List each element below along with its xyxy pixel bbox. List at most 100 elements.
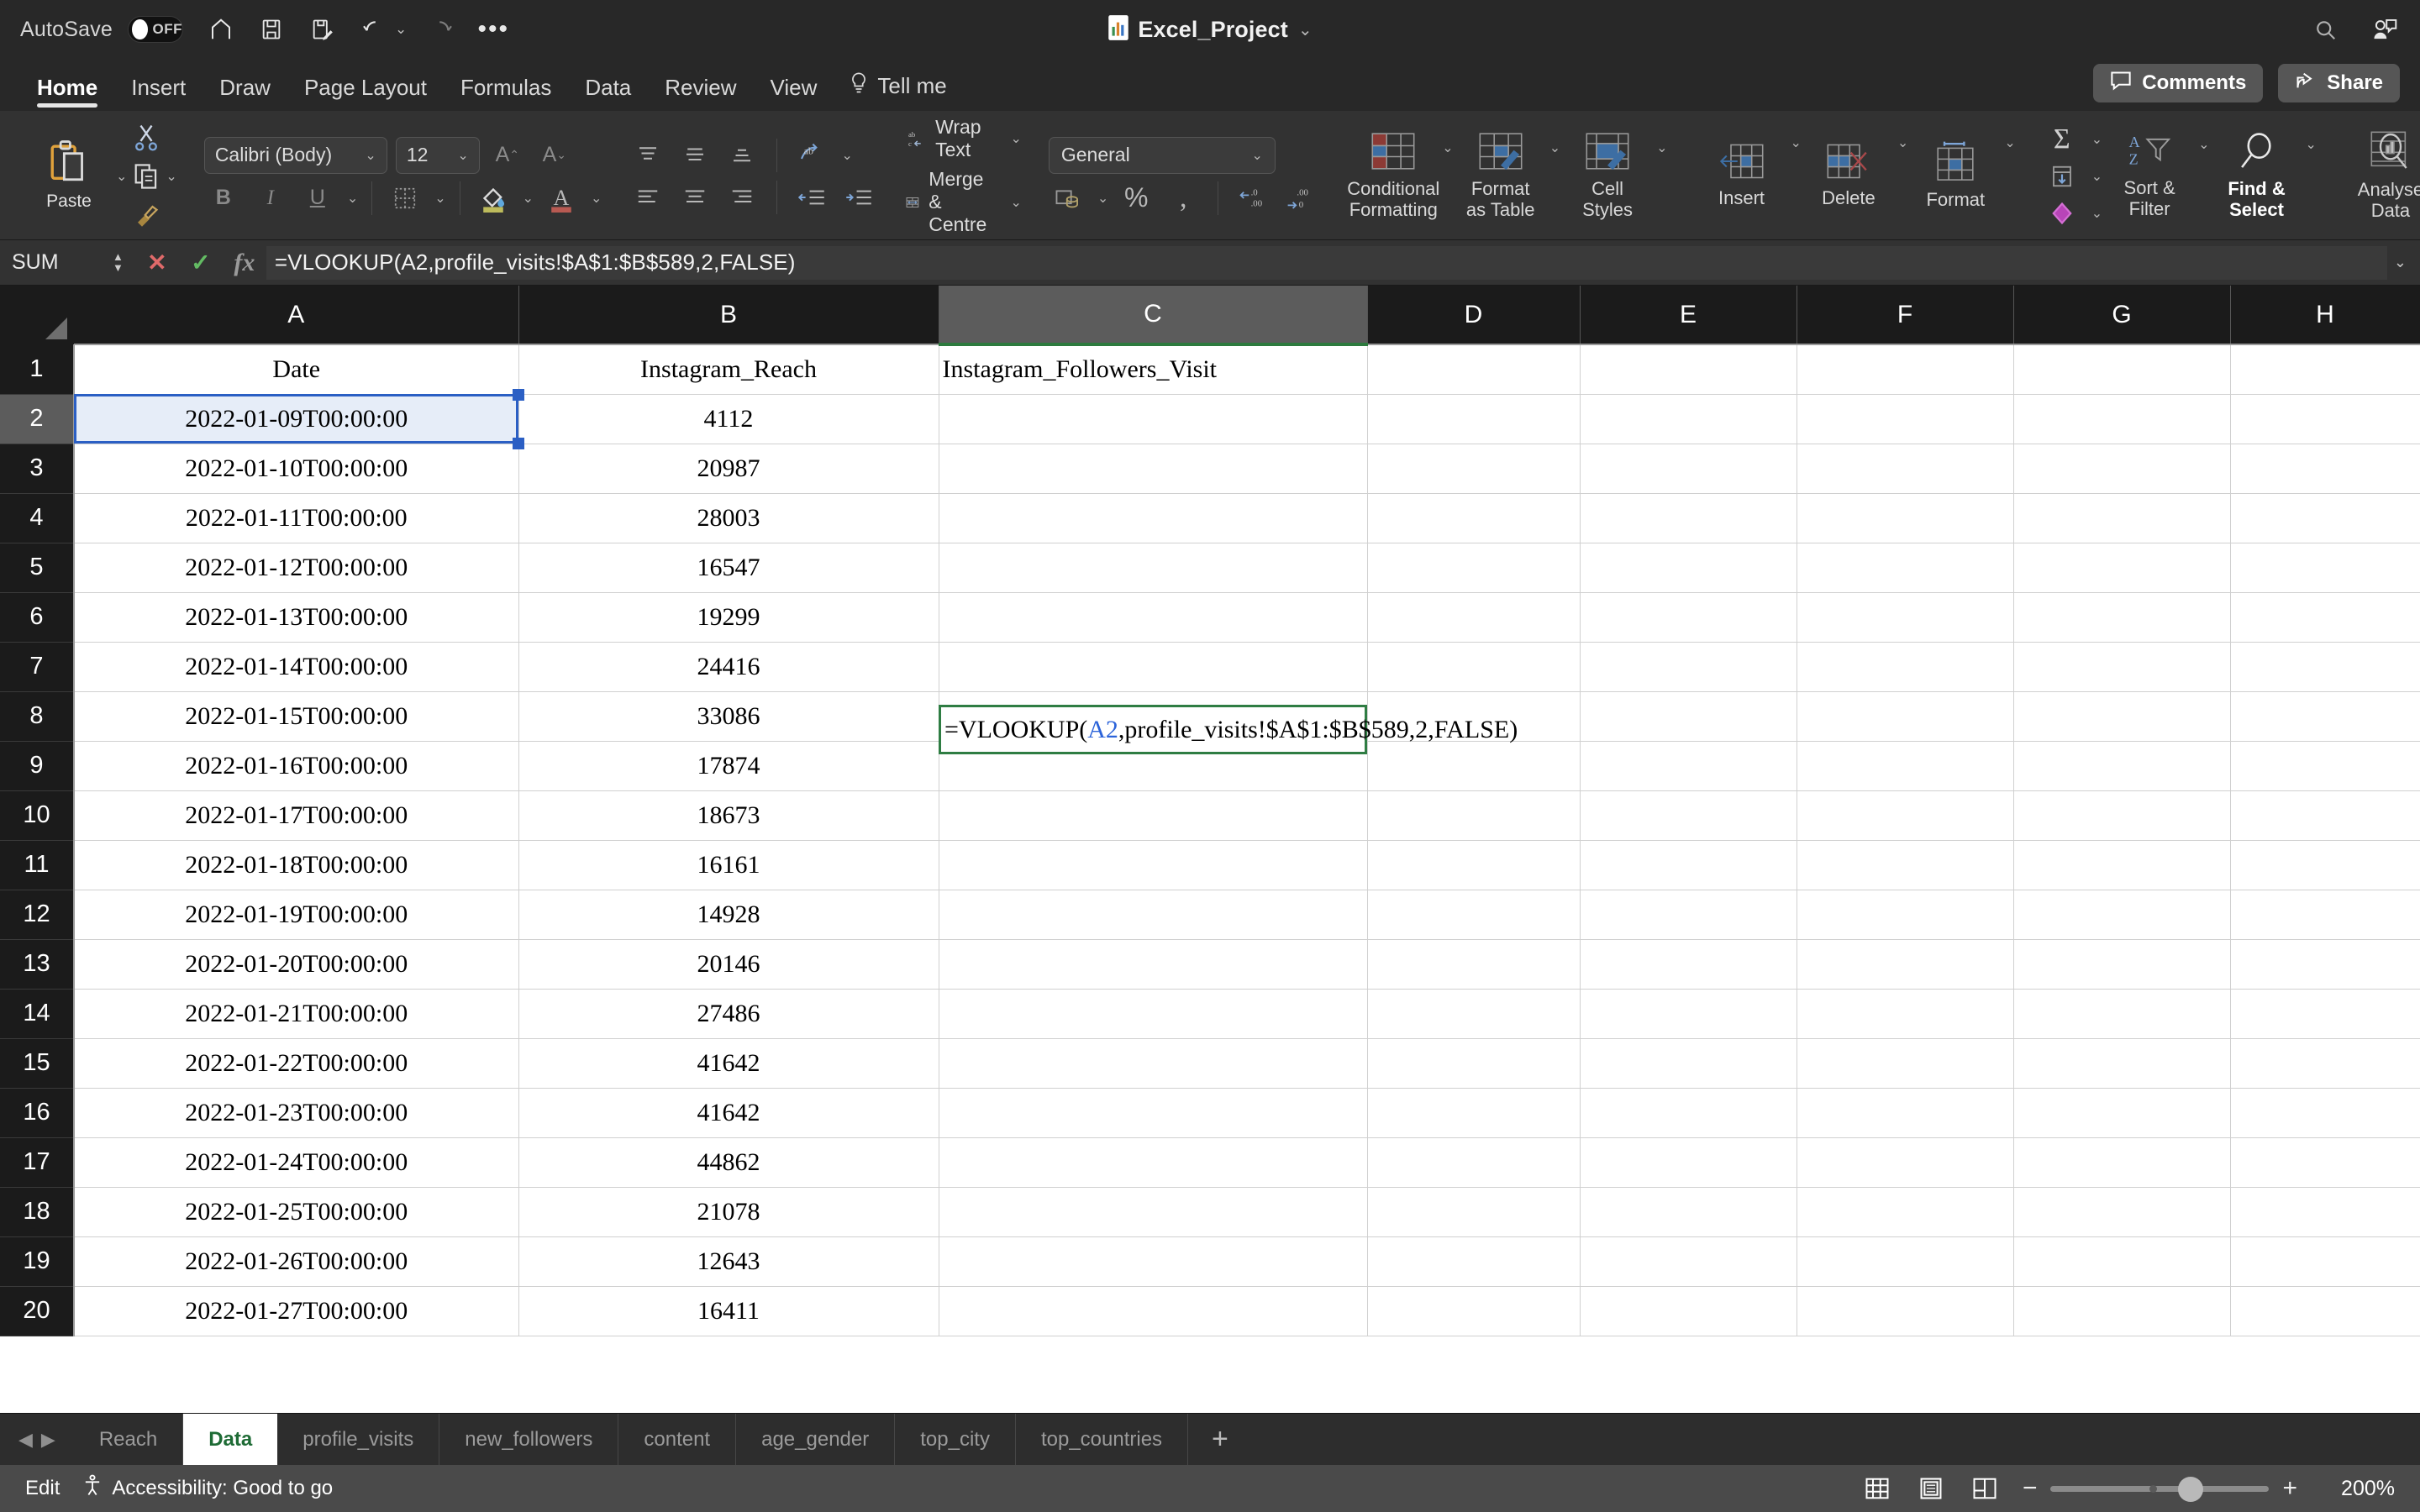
cell-b10[interactable]: 18673 <box>518 790 939 841</box>
cell-b3[interactable]: 20987 <box>518 444 939 494</box>
row-header-4[interactable]: 4 <box>0 493 75 543</box>
autosum-chevron-icon[interactable]: ⌄ <box>2091 131 2102 148</box>
sheet-tab-reach[interactable]: Reach <box>73 1414 184 1465</box>
cell-c18[interactable] <box>939 1187 1368 1237</box>
copy-dropdown-chevron-icon[interactable]: ⌄ <box>166 168 176 185</box>
cell-a6[interactable]: 2022-01-13T00:00:00 <box>74 592 519 643</box>
cell-f1[interactable] <box>1797 344 2014 395</box>
underline-button[interactable]: U <box>298 181 337 216</box>
tab-view[interactable]: View <box>754 75 834 111</box>
normal-view-icon[interactable] <box>1861 1474 1893 1503</box>
formula-input[interactable]: =VLOOKUP(A2,profile_visits!$A$1:$B$589,2… <box>266 245 2387 280</box>
row-header-11[interactable]: 11 <box>0 840 75 890</box>
format-as-table-chevron-icon[interactable]: ⌄ <box>1549 139 1560 156</box>
cell-b7[interactable]: 24416 <box>518 642 939 692</box>
column-header-f[interactable]: F <box>1797 286 2014 345</box>
bold-button[interactable]: B <box>204 181 243 216</box>
cell-e6[interactable] <box>1580 592 1797 643</box>
cell-b11[interactable]: 16161 <box>518 840 939 890</box>
cell-g11[interactable] <box>2013 840 2231 890</box>
cell-g6[interactable] <box>2013 592 2231 643</box>
cell-g4[interactable] <box>2013 493 2231 543</box>
autosave-toggle[interactable]: OFF <box>128 16 184 43</box>
fx-icon[interactable]: fx <box>223 249 266 277</box>
cell-d9[interactable] <box>1367 741 1581 791</box>
fill-chevron-icon[interactable]: ⌄ <box>2091 168 2102 185</box>
cell-f18[interactable] <box>1797 1187 2014 1237</box>
cell-g1[interactable] <box>2013 344 2231 395</box>
cell-c19[interactable] <box>939 1236 1368 1287</box>
tab-insert[interactable]: Insert <box>114 75 203 111</box>
cell-h14[interactable] <box>2230 989 2420 1039</box>
cell-c3[interactable] <box>939 444 1368 494</box>
account-comments-icon[interactable] <box>2371 15 2400 44</box>
format-cells-button[interactable]: Format <box>1908 116 2002 236</box>
cell-f6[interactable] <box>1797 592 2014 643</box>
cell-d12[interactable] <box>1367 890 1581 940</box>
cell-b16[interactable]: 41642 <box>518 1088 939 1138</box>
cell-f13[interactable] <box>1797 939 2014 990</box>
column-header-a[interactable]: A <box>74 286 519 345</box>
column-header-c[interactable]: C <box>939 286 1368 346</box>
cell-c11[interactable] <box>939 840 1368 890</box>
cell-b5[interactable]: 16547 <box>518 543 939 593</box>
cell-h11[interactable] <box>2230 840 2420 890</box>
merge-centre-button[interactable]: Merge & Centre ⌄ <box>905 168 1022 236</box>
clear-chevron-icon[interactable]: ⌄ <box>2091 205 2102 222</box>
merge-centre-chevron-icon[interactable]: ⌄ <box>1010 194 1021 211</box>
find-select-chevron-icon[interactable]: ⌄ <box>2306 136 2317 153</box>
name-box[interactable]: SUM <box>12 250 113 275</box>
cell-f3[interactable] <box>1797 444 2014 494</box>
row-header-10[interactable]: 10 <box>0 790 75 841</box>
sheet-tab-top-city[interactable]: top_city <box>895 1414 1016 1465</box>
select-all-corner[interactable] <box>0 286 74 344</box>
cell-d17[interactable] <box>1367 1137 1581 1188</box>
enter-icon[interactable]: ✓ <box>179 249 223 276</box>
cell-e7[interactable] <box>1580 642 1797 692</box>
cell-b19[interactable]: 12643 <box>518 1236 939 1287</box>
sheet-nav-prev-icon[interactable]: ◀ <box>18 1429 33 1451</box>
cell-g13[interactable] <box>2013 939 2231 990</box>
fill-colour-chevron-icon[interactable]: ⌄ <box>523 190 534 207</box>
zoom-handle[interactable] <box>2178 1476 2204 1502</box>
cell-g10[interactable] <box>2013 790 2231 841</box>
orientation-chevron-icon[interactable]: ⌄ <box>841 147 852 164</box>
cell-a16[interactable]: 2022-01-23T00:00:00 <box>74 1088 519 1138</box>
cell-b9[interactable]: 17874 <box>518 741 939 791</box>
cell-c14[interactable] <box>939 989 1368 1039</box>
tab-review[interactable]: Review <box>648 75 753 111</box>
autosum-icon[interactable]: Σ <box>2043 122 2081 157</box>
accessibility-status[interactable]: Accessibility: Good to go <box>82 1474 333 1504</box>
sheet-nav-arrows[interactable]: ◀ ▶ <box>0 1414 74 1465</box>
cell-g3[interactable] <box>2013 444 2231 494</box>
paste-button[interactable]: Paste <box>24 116 114 236</box>
more-options-icon[interactable]: ••• <box>478 15 508 44</box>
row-header-17[interactable]: 17 <box>0 1137 75 1188</box>
row-header-2[interactable]: 2 <box>0 394 75 444</box>
cell-d5[interactable] <box>1367 543 1581 593</box>
cell-e1[interactable] <box>1580 344 1797 395</box>
cell-a20[interactable]: 2022-01-27T00:00:00 <box>74 1286 519 1336</box>
cell-a7[interactable]: 2022-01-14T00:00:00 <box>74 642 519 692</box>
cell-f15[interactable] <box>1797 1038 2014 1089</box>
save-icon[interactable] <box>257 15 286 44</box>
align-centre-button[interactable] <box>676 180 714 215</box>
row-header-15[interactable]: 15 <box>0 1038 75 1089</box>
decrease-indent-button[interactable] <box>792 180 831 215</box>
cut-button[interactable] <box>134 119 176 156</box>
row-header-18[interactable]: 18 <box>0 1187 75 1237</box>
name-box-spinner[interactable]: ▲ ▼ <box>113 250 124 273</box>
cell-d10[interactable] <box>1367 790 1581 841</box>
cell-f20[interactable] <box>1797 1286 2014 1336</box>
cell-d11[interactable] <box>1367 840 1581 890</box>
comments-button[interactable]: Comments <box>2093 64 2264 102</box>
cell-b20[interactable]: 16411 <box>518 1286 939 1336</box>
comma-style-button[interactable]: , <box>1164 181 1202 216</box>
cell-a10[interactable]: 2022-01-17T00:00:00 <box>74 790 519 841</box>
sheet-tab-data[interactable]: Data <box>183 1414 278 1465</box>
orientation-button[interactable]: ab <box>792 138 831 173</box>
format-cells-chevron-icon[interactable]: ⌄ <box>2004 134 2015 151</box>
cell-g16[interactable] <box>2013 1088 2231 1138</box>
tab-formulas[interactable]: Formulas <box>444 75 568 111</box>
sheet-tab-top-countries[interactable]: top_countries <box>1015 1414 1189 1465</box>
